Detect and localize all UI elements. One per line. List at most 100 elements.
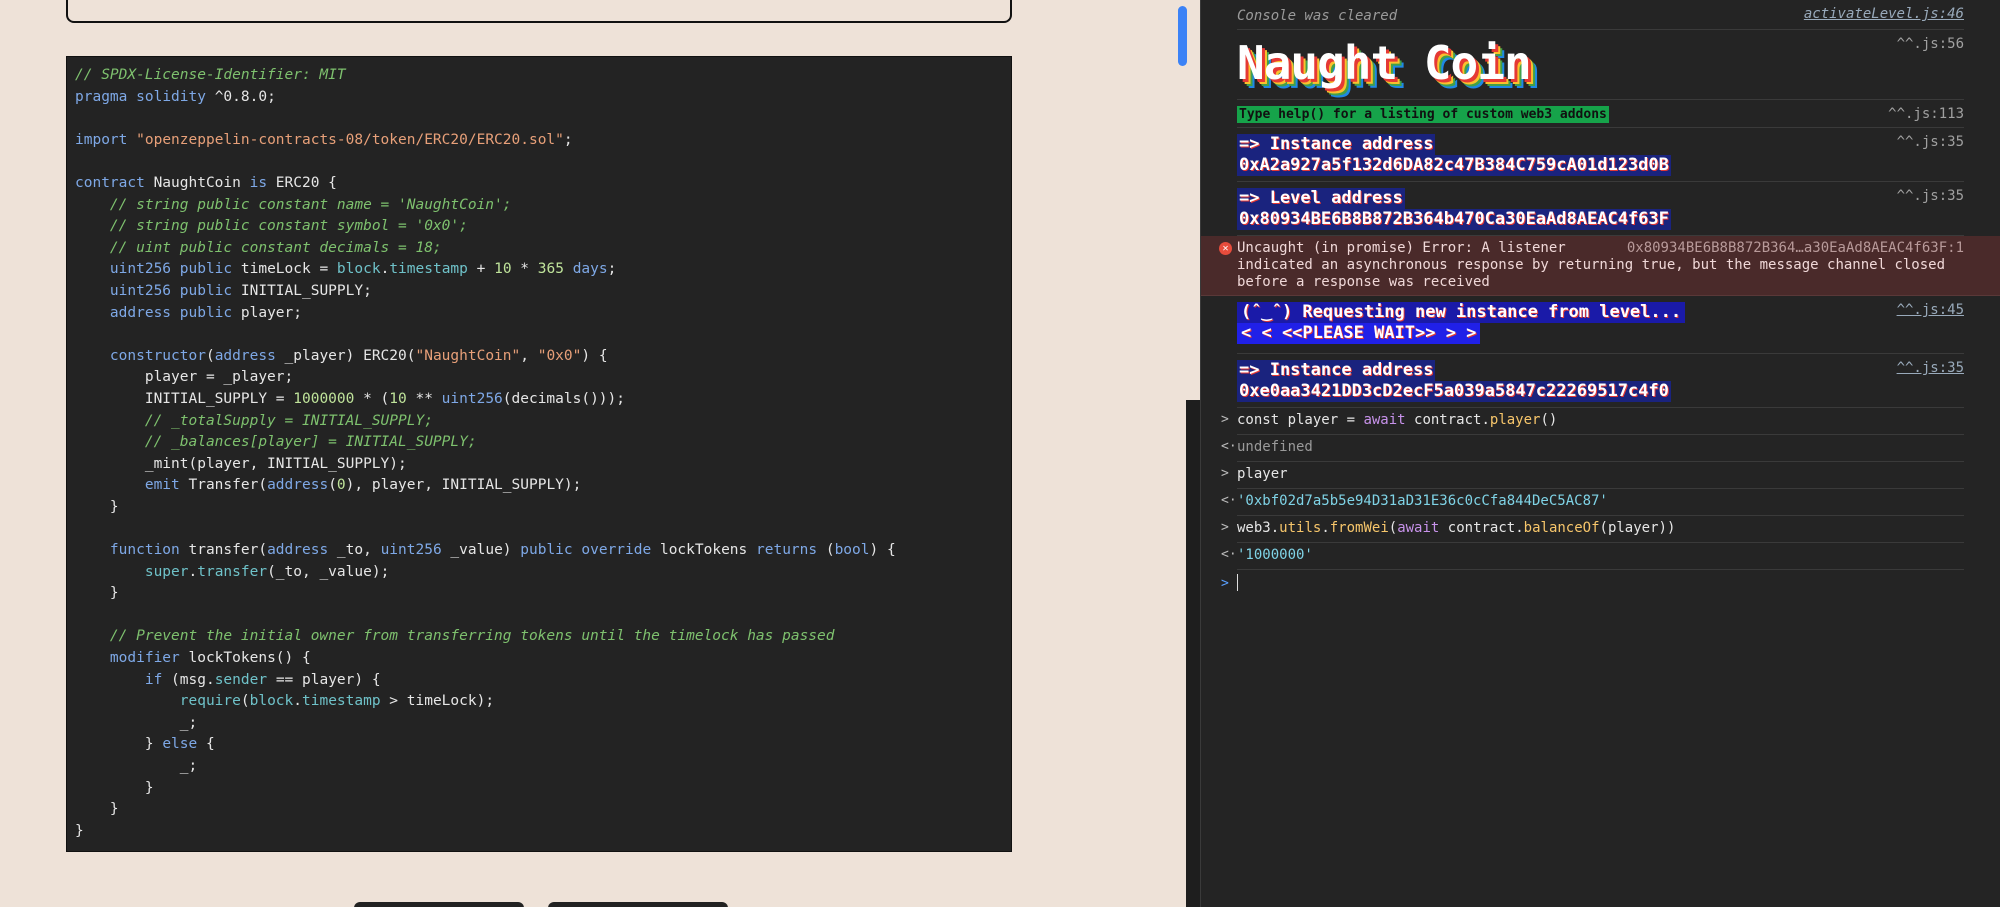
console-result: <· undefined [1221,435,1964,462]
cmd-text: web3. [1237,520,1280,536]
banner-title: Naught Coin [1237,36,1532,90]
code-line: // string public constant name = 'Naught… [75,195,1011,217]
result-value: undefined [1237,439,1313,455]
console-result: <· '1000000' [1221,543,1964,570]
instance-label: => Instance address [1237,134,1436,155]
instance-address: 0xA2a927a5f132d6DA82c47B384C759cA01d123d… [1237,155,1671,176]
source-link[interactable]: ^^.js:45 [1897,302,1964,318]
cmd-text: const player = [1237,412,1364,428]
code-token: + [467,261,495,278]
code-token: // string public constant name = 'Naught… [109,196,512,213]
error-text-line: indicated an asynchronous response by re… [1237,257,1946,273]
scroll-indicator[interactable] [1178,6,1187,66]
code-token: _to, [328,542,381,559]
code-line: import "openzeppelin-contracts-08/token/… [75,130,1011,152]
code-token: override [581,542,652,559]
code-token: (_to, _value); [267,563,390,580]
code-token: 10 [389,390,407,407]
code-token: timeLock = [232,261,337,278]
get-new-instance-button[interactable] [354,902,524,907]
code-token: (msg. [162,671,215,688]
cmd-keyword: await [1397,520,1440,536]
code-line: _mint(player, INITIAL_SUPPLY); [75,454,1011,476]
code-line: modifier lockTokens() { [75,648,1011,670]
code-token: "0x0" [537,347,582,364]
code-token: (decimals())); [502,390,625,407]
console-result: <· '0xbf02d7a5b5e94D31aD31E36c0cCfa844De… [1221,489,1964,516]
error-source-link[interactable]: 0x80934BE6B8B872B364…a30EaAd8AEAC4f63F:1 [1627,240,1964,257]
code-token: address [267,542,329,559]
code-line: pragma solidity ^0.8.0; [75,87,1011,109]
result-value[interactable]: '1000000' [1237,547,1313,563]
code-token: _value) [441,542,521,559]
code-token: _; [75,758,198,774]
cmd-text: () [1540,412,1558,428]
code-token: // _totalSupply = INITIAL_SUPPLY; [144,412,433,429]
level-description-box [66,0,1012,23]
level-label: => Level address [1237,188,1405,209]
code-token: public [179,304,233,321]
code-line: // _balances[player] = INITIAL_SUPPLY; [75,432,1011,454]
code-token: 0 [336,477,346,494]
request-text: (ˆ‿ˆ) Requesting new instance from level… [1237,302,1686,323]
code-token: player = _player; [75,369,294,386]
instance-label: => Instance address [1237,360,1436,381]
code-token: public [179,261,233,278]
source-link[interactable]: ^^.js:35 [1897,188,1964,204]
source-link[interactable]: activateLevel.js:46 [1804,6,1964,22]
input-chevron-icon: > [1221,576,1229,591]
devtools-edge [1186,400,1200,907]
code-token: uint256 [109,282,172,299]
code-token: _player) ERC20( [275,347,416,364]
code-line: } [75,778,1011,800]
code-line: // _totalSupply = INITIAL_SUPPLY; [75,411,1011,433]
code-line: function transfer(address _to, uint256 _… [75,540,1011,562]
code-token: ) { [581,347,608,364]
result-value[interactable]: '0xbf02d7a5b5e94D31aD31E36c0cCfa844DeC5A… [1237,493,1608,509]
code-token: } [75,498,119,515]
code-token: returns [756,542,818,559]
code-line: } else { [75,734,1011,756]
code-token: ; [563,131,573,148]
code-token: * [511,261,538,278]
submit-instance-button[interactable] [548,902,728,907]
code-token: is [249,174,268,191]
console-command: > web3.utils.fromWei(await contract.bala… [1221,516,1964,543]
text-cursor [1237,574,1238,591]
code-token: public [179,282,233,299]
source-link[interactable]: ^^.js:35 [1897,134,1964,150]
code-line: // uint public constant decimals = 18; [75,238,1011,260]
code-line: _; [75,756,1011,778]
error-text-line: before a response was received [1237,274,1490,290]
cmd-text: (player)) [1599,520,1676,536]
code-token: 10 [494,261,512,278]
code-token: uint256 [109,261,172,278]
code-line: player = _player; [75,367,1011,389]
code-token: ( [205,347,215,364]
source-link[interactable]: ^^.js:56 [1897,36,1964,52]
source-link[interactable]: ^^.js:113 [1888,106,1964,122]
code-token: * ( [354,390,390,407]
code-token: bool [834,542,870,559]
code-token: public [520,542,573,559]
code-token: super [144,563,189,580]
console-input[interactable]: > [1221,570,1964,600]
code-line: } [75,583,1011,605]
devtools-console: Console was cleared activateLevel.js:46 … [1200,0,2000,907]
source-link[interactable]: ^^.js:35 [1897,360,1964,376]
code-token: ), player, INITIAL_SUPPLY); [345,477,582,494]
cmd-text: contract. [1405,412,1490,428]
code-line: emit Transfer(address(0), player, INITIA… [75,475,1011,497]
code-token: solidity [136,88,206,105]
result-arrow-icon: <· [1221,547,1237,562]
